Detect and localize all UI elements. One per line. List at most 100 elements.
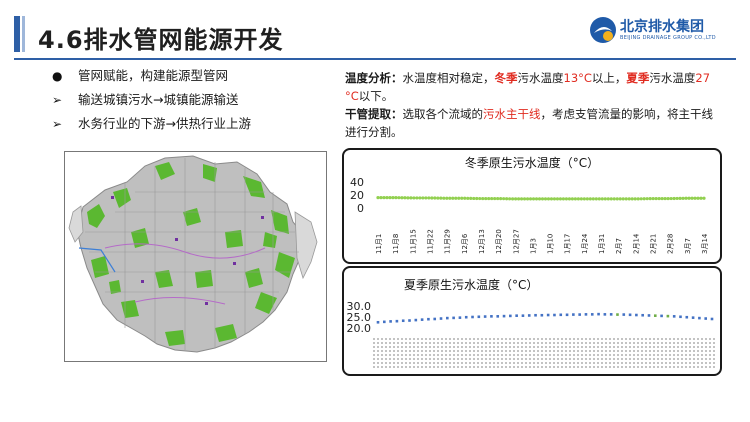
data-point xyxy=(376,196,380,200)
data-point xyxy=(621,197,625,201)
data-point xyxy=(633,197,637,201)
data-point xyxy=(510,197,515,201)
bullet-marker: ➢ xyxy=(52,93,63,107)
x-tick-label: 2月14 xyxy=(632,233,640,254)
data-point xyxy=(452,316,455,320)
data-point xyxy=(540,197,545,201)
data-point xyxy=(502,314,506,318)
data-point xyxy=(552,197,557,201)
analysis-summer-highlight: 夏季 xyxy=(626,71,650,85)
data-point xyxy=(590,313,594,316)
data-point xyxy=(490,196,494,201)
data-point xyxy=(421,196,425,200)
x-tick-label: 1月17 xyxy=(564,234,572,254)
data-point xyxy=(531,197,536,201)
data-point xyxy=(505,197,509,201)
data-point xyxy=(628,313,632,317)
data-point xyxy=(559,313,563,317)
logo-subtitle: BEIJING DRAINAGE GROUP CO.,LTD xyxy=(620,35,716,41)
data-point xyxy=(471,315,474,319)
data-point xyxy=(507,197,512,201)
data-point xyxy=(684,196,688,200)
data-point xyxy=(439,196,443,200)
data-point xyxy=(484,196,488,201)
x-tick-label: 11月15 xyxy=(409,229,417,254)
bullet-item: ➢ 水务行业的下游→供热行业上游 xyxy=(52,114,342,138)
data-point xyxy=(493,196,497,201)
data-point xyxy=(627,197,631,201)
data-point xyxy=(457,196,461,200)
data-point xyxy=(636,197,640,201)
data-point xyxy=(433,317,437,321)
slide-title: 4.6排水管网能源开发 xyxy=(38,26,284,54)
data-point xyxy=(464,315,468,319)
x-tick-label: 11月8 xyxy=(392,234,400,254)
data-point xyxy=(654,196,658,201)
bullet-item: ➢ 输送城镇污水→城镇能源输送 xyxy=(52,90,342,114)
data-point xyxy=(534,313,537,317)
data-point xyxy=(522,197,527,201)
data-point xyxy=(618,197,622,201)
x-tick-label: 1月24 xyxy=(581,233,589,254)
title-underline xyxy=(14,58,736,60)
data-point xyxy=(704,317,707,320)
data-point xyxy=(675,196,679,201)
data-point xyxy=(385,196,389,200)
data-point xyxy=(660,314,663,318)
main-pipe-label: 干管提取： xyxy=(345,107,403,121)
data-point xyxy=(427,196,431,200)
data-point xyxy=(597,197,601,201)
bullet-text: 水务行业的下游→供热行业上游 xyxy=(78,116,251,131)
data-point xyxy=(546,197,551,201)
data-point xyxy=(412,196,416,200)
data-point xyxy=(578,313,581,316)
data-point xyxy=(606,197,610,201)
data-point xyxy=(609,313,613,316)
data-point xyxy=(483,315,487,318)
data-point xyxy=(528,197,533,201)
winter-chart-plot: 40200 11月1 11月8 11月15 11月22 11月29 12月6 12月13 12月… xyxy=(350,176,709,254)
data-point xyxy=(635,313,638,317)
data-point xyxy=(669,196,673,201)
data-point xyxy=(630,197,634,201)
data-point xyxy=(663,196,667,201)
data-point xyxy=(687,196,691,200)
logo-name: 北京排水集团 xyxy=(620,19,704,35)
data-point xyxy=(603,197,607,201)
x-tick-label: 2月28 xyxy=(667,234,675,254)
data-point xyxy=(458,316,462,319)
data-point xyxy=(681,196,685,200)
analysis-text-span: 污水温度 xyxy=(649,71,696,85)
data-point xyxy=(525,197,530,201)
bullet-text: 输送城镇污水→城镇能源输送 xyxy=(78,92,239,107)
data-point xyxy=(442,196,446,200)
bullet-list: ● 管网赋能，构建能源型管网 ➢ 输送城镇污水→城镇能源输送 ➢ 水务行业的下游… xyxy=(52,66,342,138)
data-point xyxy=(406,196,410,200)
data-point xyxy=(454,196,458,200)
bullet-item: ● 管网赋能，构建能源型管网 xyxy=(52,66,342,90)
data-point xyxy=(448,196,452,200)
data-point xyxy=(534,197,539,201)
data-point xyxy=(702,196,706,200)
title-accent-bar xyxy=(14,16,20,52)
data-point xyxy=(543,197,548,201)
x-tick-label: 12月27 xyxy=(512,229,520,254)
data-point xyxy=(710,317,714,321)
data-point xyxy=(460,196,464,200)
x-tick-label: 12月20 xyxy=(495,229,503,254)
data-point xyxy=(382,196,386,200)
data-point xyxy=(693,196,697,200)
data-point xyxy=(439,317,443,320)
data-point xyxy=(622,313,626,316)
main-pipe-extraction: 干管提取：选取各个流域的污水主干线，考虑支管流量的影响，将主干线进行分割。 xyxy=(345,105,719,141)
data-point xyxy=(418,196,422,200)
x-tick-label: 12月6 xyxy=(461,233,469,254)
data-point xyxy=(391,196,395,200)
data-point xyxy=(466,196,470,200)
data-point xyxy=(403,196,407,200)
company-logo: 北京排水集团 BEIJING DRAINAGE GROUP CO.,LTD xyxy=(588,10,728,50)
pipe-network-map xyxy=(64,151,327,362)
data-point xyxy=(642,197,646,201)
bullet-marker: ➢ xyxy=(52,117,63,131)
data-point xyxy=(540,313,544,317)
